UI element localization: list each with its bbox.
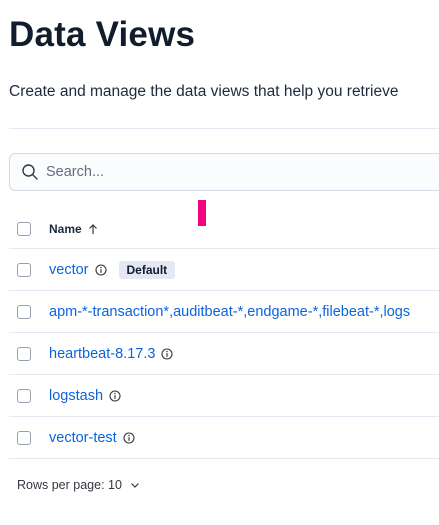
table-row: logstash (9, 375, 439, 417)
row-checkbox[interactable] (17, 430, 31, 445)
search-icon (21, 163, 39, 181)
table-header: Name (9, 210, 439, 249)
name-cell: logstash (49, 388, 121, 404)
default-badge: Default (118, 260, 176, 279)
header-divider (9, 128, 439, 129)
info-icon[interactable] (123, 431, 135, 444)
page-title: Data Views (9, 15, 196, 54)
data-views-table: Name vector Default apm-*-transaction*,a… (9, 210, 439, 459)
search-bar[interactable] (9, 153, 439, 191)
name-cell: vector Default (49, 260, 176, 279)
name-cell: apm-*-transaction*,auditbeat-*,endgame-*… (49, 304, 410, 320)
sort-ascending-icon[interactable] (87, 223, 99, 235)
table-row: vector Default (9, 249, 439, 291)
name-column-label: Name (49, 222, 82, 236)
table-row: heartbeat-8.17.3 (9, 333, 439, 375)
row-checkbox[interactable] (17, 262, 31, 277)
name-cell: vector-test (49, 430, 135, 446)
row-checkbox[interactable] (17, 346, 31, 361)
data-view-link[interactable]: heartbeat-8.17.3 (49, 346, 155, 362)
info-icon[interactable] (161, 347, 173, 360)
data-view-link[interactable]: logstash (49, 388, 103, 404)
data-view-link[interactable]: vector (49, 262, 89, 278)
select-all-checkbox[interactable] (17, 222, 31, 236)
table-row: vector-test (9, 417, 439, 459)
data-view-link[interactable]: vector-test (49, 430, 117, 446)
data-views-page: Data Views Create and manage the data vi… (0, 0, 439, 525)
page-description: Create and manage the data views that he… (9, 83, 399, 100)
name-column-header[interactable]: Name (49, 222, 99, 236)
rows-per-page-label: Rows per page: 10 (17, 478, 122, 492)
table-row: apm-*-transaction*,auditbeat-*,endgame-*… (9, 291, 439, 333)
data-view-link[interactable]: apm-*-transaction*,auditbeat-*,endgame-*… (49, 304, 410, 320)
info-icon[interactable] (109, 389, 121, 402)
row-checkbox[interactable] (17, 304, 31, 319)
row-checkbox[interactable] (17, 388, 31, 403)
info-icon[interactable] (94, 263, 107, 276)
rows-per-page-button[interactable]: Rows per page: 10 (17, 478, 140, 492)
search-input[interactable] (46, 164, 406, 180)
name-cell: heartbeat-8.17.3 (49, 346, 173, 362)
chevron-down-icon (130, 480, 140, 490)
